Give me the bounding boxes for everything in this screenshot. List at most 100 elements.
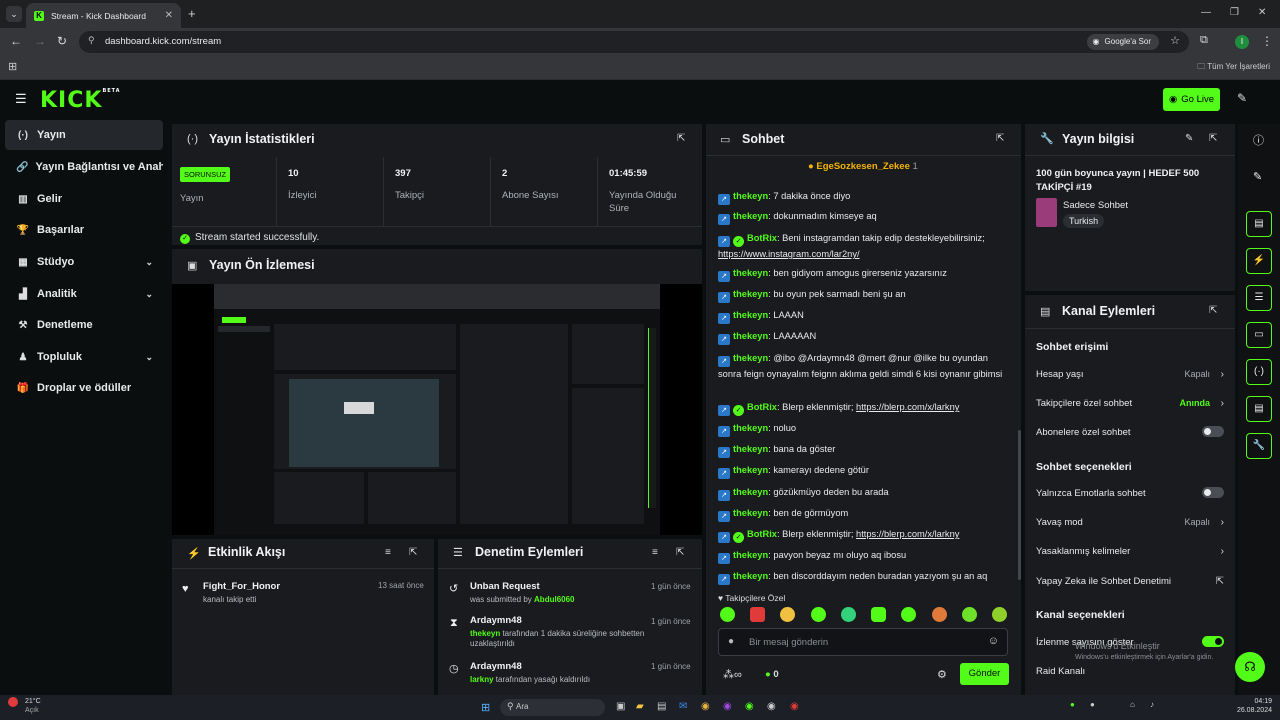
smile-icon[interactable]: ☺ [988,635,999,647]
go-live-button[interactable]: ◉ Go Live [1163,88,1220,111]
emote-icon[interactable] [901,607,916,622]
chat-link[interactable]: https://www.instagram.com/lar2ny/ [718,249,860,259]
chat-username[interactable]: thekeyn [733,550,768,560]
expand-icon[interactable]: ⇱ [409,547,417,558]
close-window-button[interactable]: ✕ [1258,7,1266,18]
send-button[interactable]: Gönder [960,663,1009,685]
subs-chat-toggle[interactable] [1202,426,1224,437]
channel-actions-icon[interactable]: ▤ [1246,396,1272,422]
option-emotes-only[interactable]: Yalnızca Emotlarla sohbet [1036,487,1226,499]
app-icon[interactable]: ◉ [723,701,732,712]
chat-username[interactable]: thekeyn [733,331,768,341]
broadcast-icon[interactable]: (·) [1246,359,1272,385]
sidebar-item-droplar[interactable]: 🎁 Droplar ve ödüller [5,373,163,403]
new-tab-button[interactable]: + [188,6,196,21]
kick-logo[interactable]: KICKBETA [40,88,121,113]
site-info-icon[interactable]: ⚲ [88,35,95,46]
stream-category[interactable]: Sadece Sohbet [1063,200,1128,211]
edit-pencil-icon[interactable]: ✎ [1185,133,1193,144]
wrench-icon[interactable]: 🔧 [1246,433,1272,459]
emote-icon[interactable] [962,607,977,622]
store-icon[interactable]: ▤ [657,701,666,712]
chat-username[interactable]: BotRix [747,402,777,412]
chat-input[interactable]: ● Bir mesaj gönderin ☺ [718,628,1008,656]
moderation-user[interactable]: thekeyn [470,629,500,638]
chat-username[interactable]: thekeyn [733,508,768,518]
chat-username[interactable]: thekeyn [733,211,768,221]
network-icon[interactable]: ⌂ [1130,700,1135,709]
maximize-button[interactable]: ❐ [1230,7,1239,18]
sidebar-item-topluluk[interactable]: ♟ Topluluk ⌄ [5,342,163,372]
tray-icon[interactable]: ● [1070,700,1075,709]
chat-username[interactable]: thekeyn [733,310,768,320]
google-sor-button[interactable]: ◉ Google'a Sor [1086,34,1159,50]
option-followers-chat[interactable]: Takipçilere özel sohbet Anında › [1036,398,1226,409]
expand-icon[interactable]: ⇱ [1209,305,1217,316]
chat-username[interactable]: thekeyn [733,268,768,278]
steam-icon[interactable]: ◉ [767,701,776,712]
pinned-user-bar[interactable]: ● EgeSozkesen_Zekee 1 [808,161,918,172]
task-view-icon[interactable]: ▣ [616,701,625,712]
chat-username[interactable]: thekeyn [733,465,768,475]
volume-icon[interactable]: ♪ [1150,700,1154,709]
chat-username[interactable]: thekeyn [733,353,768,363]
emote-icon[interactable] [992,607,1007,622]
reload-button[interactable]: ↻ [57,34,67,48]
bookmark-star-icon[interactable]: ☆ [1170,34,1180,47]
chrome-icon[interactable]: ◉ [701,701,710,712]
chat-username[interactable]: BotRix [747,233,777,243]
recorder-icon[interactable]: ◉ [790,701,799,712]
stream-preview[interactable] [172,284,702,535]
chat-link[interactable]: https://blerp.com/x/larkny [856,529,959,539]
expand-icon[interactable]: ⇱ [676,547,684,558]
chat-link[interactable]: https://blerp.com/x/larkny [856,402,959,412]
clock-time[interactable]: 04:19 [1240,698,1272,705]
activity-user[interactable]: Fight_For_Honor [203,581,280,592]
option-banned-words[interactable]: Yasaklanmış kelimeler › [1036,546,1226,557]
emoji-picker-icon[interactable]: ● [728,636,734,647]
file-explorer-icon[interactable]: ▰ [636,701,644,712]
emote-icon[interactable] [932,607,947,622]
hamburger-menu-icon[interactable]: ☰ [15,91,27,107]
mail-icon[interactable]: ✉ [679,701,687,712]
browser-menu-icon[interactable]: ⋮ [1261,34,1273,48]
chat-username[interactable]: thekeyn [733,487,768,497]
sidebar-item-yayin[interactable]: (·) Yayın [5,120,163,150]
chat-username[interactable]: BotRix [747,529,777,539]
sidebar-item-denetleme[interactable]: ⚒ Denetleme [5,310,163,340]
chat-username[interactable]: thekeyn [733,444,768,454]
tray-icon[interactable]: ● [1090,700,1095,709]
profile-avatar[interactable]: I [1235,35,1249,49]
option-ai-moderation[interactable]: Yapay Zeka ile Sohbet Denetimi ⇱ [1036,576,1226,587]
chat-icon[interactable]: ▭ [1246,322,1272,348]
sidebar-item-studyo[interactable]: ▦ Stüdyo ⌄ [5,247,163,277]
chat-username[interactable]: thekeyn [733,423,768,433]
tab-search-button[interactable]: ⌄ [6,6,22,22]
expand-icon[interactable]: ⇱ [677,133,685,144]
expand-icon[interactable]: ⇱ [1209,133,1217,144]
sidebar-item-stream-key[interactable]: 🔗 Yayın Bağlantısı ve Anahtar [5,152,163,182]
settings-gear-icon[interactable]: ⚙ [937,668,947,681]
back-button[interactable]: ← [10,34,22,48]
emote-icon[interactable] [780,607,795,622]
option-account-age[interactable]: Hesap yaşı Kapalı › [1036,369,1226,380]
moderation-user[interactable]: larkny [470,675,494,684]
moderation-user[interactable]: Abdul6060 [534,595,574,604]
apps-grid-icon[interactable]: ⊞ [8,60,17,73]
list-icon[interactable]: ☰ [1246,285,1272,311]
pencil-icon[interactable]: ✎ [1237,91,1247,105]
emotes-only-toggle[interactable] [1202,487,1224,498]
emote-icon[interactable] [811,607,826,622]
spotify-icon[interactable]: ◉ [745,701,754,712]
chat-username[interactable]: thekeyn [733,191,768,201]
option-slow-mode[interactable]: Yavaş mod Kapalı › [1036,517,1226,528]
close-tab-icon[interactable]: ✕ [165,10,173,21]
lightning-icon[interactable]: ⚡ [1246,248,1272,274]
expand-icon[interactable]: ⇱ [996,133,1004,144]
sidebar-item-analitik[interactable]: ▟ Analitik ⌄ [5,279,163,309]
omnibox[interactable]: ⚲ dashboard.kick.com/stream ◉ Google'a So… [79,31,1189,53]
sidebar-item-gelir[interactable]: ▥ Gelir [5,184,163,214]
info-icon[interactable]: ⓘ [1253,132,1264,148]
stats-shortcut-icon[interactable]: ▤ [1246,211,1272,237]
minimize-button[interactable]: — [1201,7,1211,18]
